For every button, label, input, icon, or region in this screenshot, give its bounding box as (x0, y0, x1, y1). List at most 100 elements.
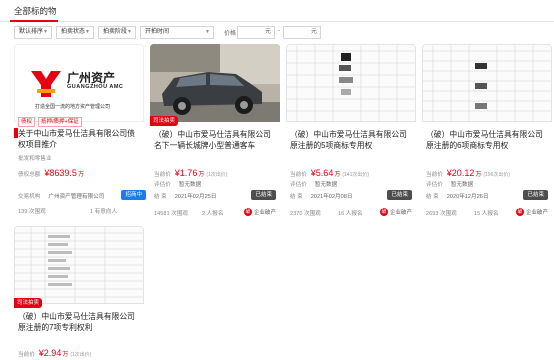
card-signups: 2 人报名 (202, 211, 224, 217)
price-value: ¥20.12 (446, 168, 475, 178)
price-unit: 万 (62, 352, 69, 358)
card-views: 14581 次围观 (154, 211, 188, 217)
price-label: 当前价 (154, 172, 171, 178)
logo-slogan: 打造全国一流的地方资产管理公司 (35, 104, 111, 110)
chevron-down-icon: ▼ (205, 29, 210, 35)
status-badge: 已结束 (387, 190, 412, 200)
card-image (422, 44, 552, 122)
eval-label: 评估价 (426, 182, 443, 188)
price-value: ¥5.64 (310, 168, 334, 178)
card-image (286, 44, 416, 122)
card-image (14, 226, 144, 304)
price-label: 价格 (224, 31, 237, 37)
sort-select[interactable]: 默认排序 ▼ (14, 26, 52, 39)
end-label: 结 束 (290, 194, 303, 200)
card-end-row: 结 束 2021年02月08日 (290, 192, 352, 200)
price-label: 当前价 (18, 352, 35, 358)
asset-card[interactable]: 广州资产 GUANGZHOU AMC 打造全国一流的地方资产管理公司 债权 抵押… (14, 44, 146, 224)
eval-value: 暂无数据 (314, 182, 338, 188)
sort-select-value: 默认排序 (19, 29, 44, 35)
card-title[interactable]: （破）中山市爱马仕洁具有限公司原注册的7项专利权利 (18, 311, 142, 333)
stage-select-value: 拍卖阶段 (103, 29, 128, 35)
page-header: 全部标的物 (0, 0, 554, 22)
page-title: 全部标的物 (14, 6, 57, 16)
filter-bar: 默认排序 ▼ 拍卖状态 ▼ 拍卖阶段 ▼ 开拍时间 ▼ 价格 元 - 元 (0, 26, 554, 40)
bankruptcy-label: 企业破产 (389, 210, 412, 216)
badge-guarantee: 抵押/质押+保证 (38, 117, 82, 127)
card-image: 广州资产 GUANGZHOU AMC 打造全国一流的地方资产管理公司 (14, 44, 144, 122)
auction-type-tag: 司法拍卖 (150, 116, 179, 126)
card-views: 2693 次围观 (426, 211, 457, 217)
badge-row: 债权 抵押/质押+保证 (18, 117, 82, 127)
card-price-row: 债权总额 ¥8639.5万 (18, 168, 84, 178)
bid-count: (1次出价) (206, 172, 228, 178)
badge-type: 债权 (18, 117, 36, 127)
price-unit: 万 (77, 172, 84, 178)
card-eval-row: 评估价 暂无数据 (426, 180, 473, 188)
status-select[interactable]: 拍卖状态 ▼ (56, 26, 94, 39)
status-badge: 已结束 (251, 190, 276, 200)
price-min-input[interactable]: 元 (237, 26, 275, 39)
price-min-unit: 元 (264, 29, 271, 35)
card-eval-row: 评估价 暂无数据 (154, 180, 201, 188)
asset-card[interactable]: （破）中山市爱马仕洁具有限公司原注册的5项商标专用权 当前价 ¥5.64万 (141… (286, 44, 416, 222)
card-title[interactable]: 关于中山市爱马仕洁具有限公司债权项目推介 (18, 128, 142, 150)
status-badge: 已结束 (523, 190, 548, 200)
price-label: 债权总额 (18, 172, 41, 178)
auction-type-tag: 司法拍卖 (14, 298, 43, 308)
price-unit: 万 (475, 172, 482, 178)
bankruptcy-icon: 破 (243, 208, 252, 216)
org-label: 交易机构 (18, 194, 41, 200)
patent-table-image (15, 227, 143, 303)
eval-label: 评估价 (154, 182, 171, 188)
card-title[interactable]: （破）中山市爱马仕洁具有限公司原注册的6项商标专用权 (426, 129, 550, 151)
status-badge: 招商中 (121, 190, 146, 200)
eval-value: 暂无数据 (450, 182, 474, 188)
card-industry: 批发和零售业 (18, 156, 52, 162)
bid-count: (141次出价) (342, 172, 370, 178)
card-end-row: 结 束 2021年02月25日 (154, 192, 216, 200)
end-label: 结 束 (426, 194, 439, 200)
eval-value: 暂无数据 (178, 182, 202, 188)
bid-count: (1次出价) (70, 352, 92, 358)
bankruptcy-icon: 破 (379, 208, 388, 216)
card-image (150, 44, 280, 122)
trademark-table-image (423, 45, 551, 121)
car-photo (150, 44, 280, 122)
price-max-unit: 元 (310, 29, 317, 35)
price-range-dash: - (278, 28, 280, 34)
bankruptcy-tag: 破企业破产 (379, 208, 412, 216)
card-signups: 15 人报名 (474, 211, 499, 217)
bankruptcy-tag: 破企业破产 (243, 208, 276, 216)
price-label: 当前价 (290, 172, 307, 178)
card-price-row: 当前价 ¥20.12万 (196次出价) (426, 168, 510, 178)
time-select[interactable]: 开拍时间 ▼ (140, 26, 214, 39)
trademark-table-image (287, 45, 415, 121)
price-max-input[interactable]: 元 (283, 26, 321, 39)
card-views: 139 次围观 (18, 209, 46, 215)
logo-en-text: GUANGZHOU AMC (67, 84, 124, 90)
card-eval-row: 评估价 暂无数据 (290, 180, 337, 188)
card-interest: 1 有意向人 (90, 209, 118, 215)
bankruptcy-label: 企业破产 (253, 210, 276, 216)
asset-card[interactable]: 司法拍卖 （破）中山市爱马仕洁具有限公司原注册的7项专利权利 当前价 ¥2.94万… (14, 226, 144, 360)
end-label: 结 束 (154, 194, 167, 200)
bid-count: (196次出价) (483, 172, 511, 178)
stage-select[interactable]: 拍卖阶段 ▼ (98, 26, 136, 39)
time-select-value: 开拍时间 (145, 29, 170, 35)
asset-card[interactable]: 司法拍卖 （破）中山市爱马仕洁具有限公司名下一辆长城牌小型普通客车 当前价 ¥1.… (150, 44, 280, 222)
card-end-row: 结 束 2020年12月26日 (426, 192, 488, 200)
org-value: 广州资产管理有限公司 (48, 194, 105, 200)
card-org-row: 交易机构 广州资产管理有限公司 (18, 192, 104, 200)
bankruptcy-icon: 破 (515, 208, 524, 216)
price-label: 当前价 (426, 172, 443, 178)
card-title[interactable]: （破）中山市爱马仕洁具有限公司名下一辆长城牌小型普通客车 (154, 129, 278, 151)
title-underline (10, 20, 58, 22)
end-value: 2021年02月25日 (174, 194, 217, 200)
price-value: ¥8639.5 (44, 168, 77, 178)
card-price-row: 当前价 ¥5.64万 (141次出价) (290, 168, 369, 178)
price-unit: 万 (334, 172, 341, 178)
end-value: 2021年02月08日 (310, 194, 353, 200)
asset-card[interactable]: （破）中山市爱马仕洁具有限公司原注册的6项商标专用权 当前价 ¥20.12万 (19… (422, 44, 552, 222)
card-title[interactable]: （破）中山市爱马仕洁具有限公司原注册的5项商标专用权 (290, 129, 414, 151)
